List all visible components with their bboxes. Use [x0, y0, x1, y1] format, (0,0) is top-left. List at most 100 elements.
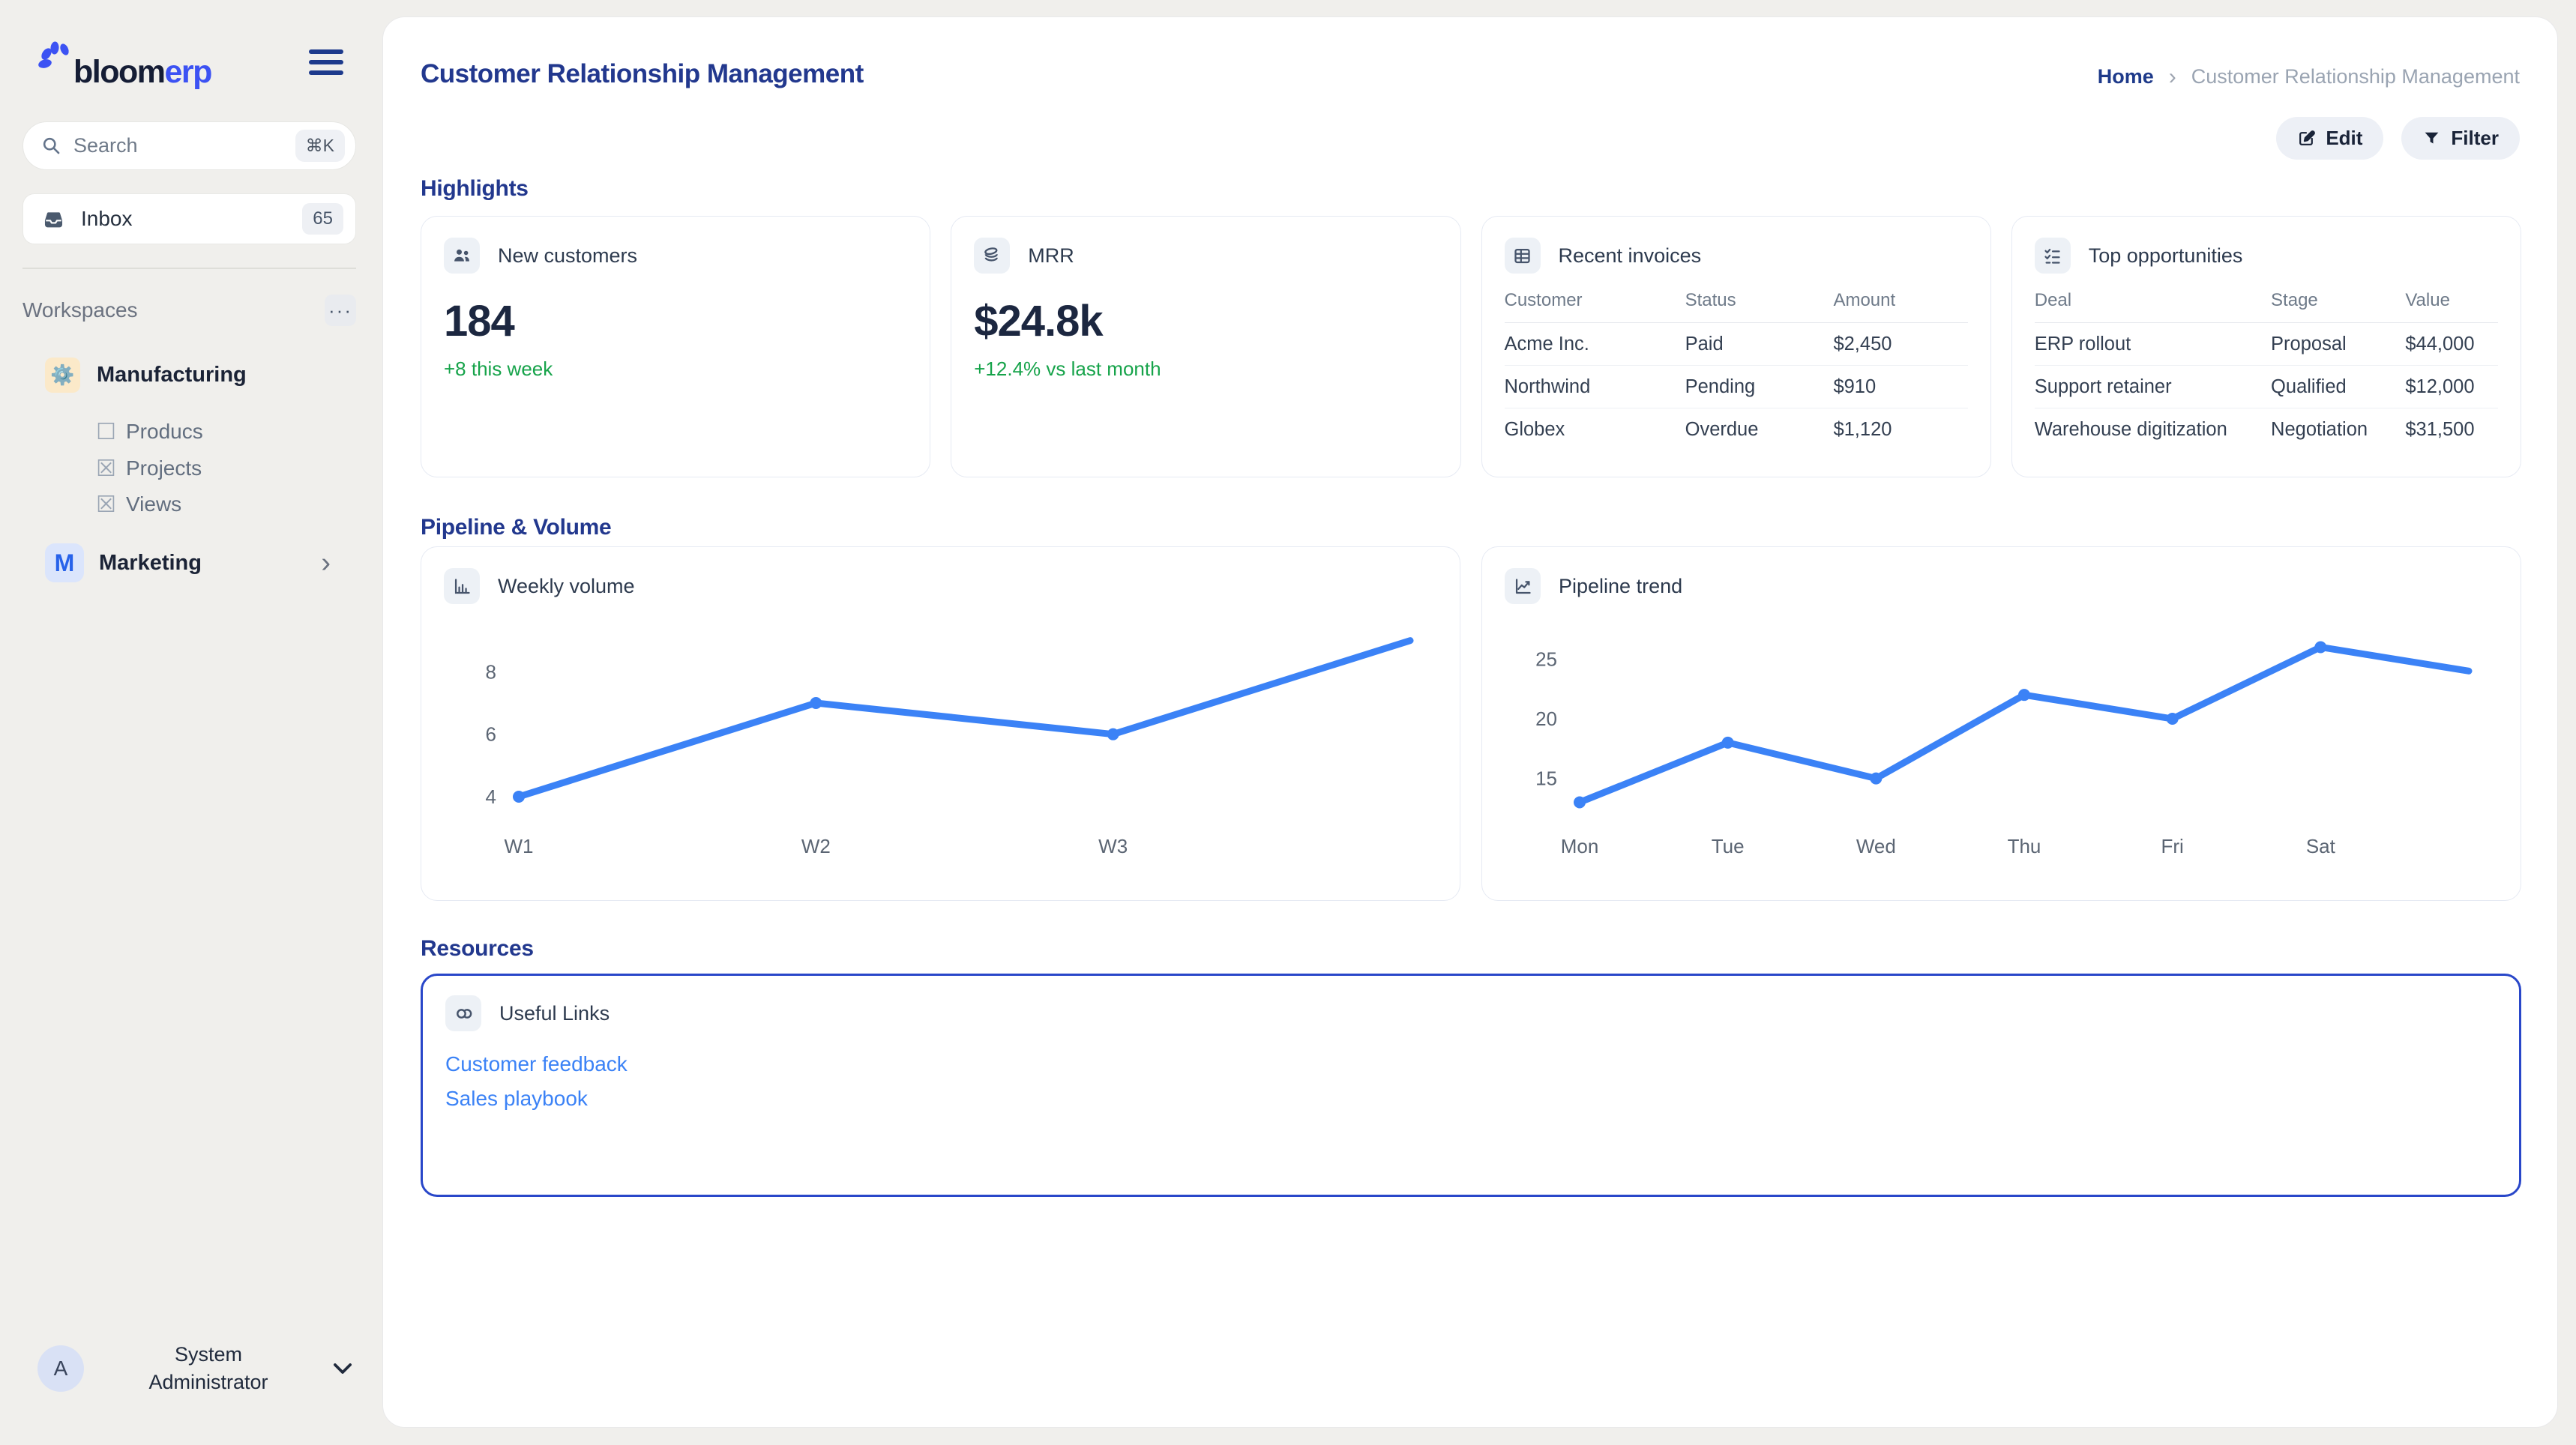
card-title: Weekly volume: [498, 575, 635, 598]
col-header: Deal: [2035, 290, 2271, 311]
page-title: Customer Relationship Management: [421, 59, 864, 89]
svg-text:Tue: Tue: [1712, 835, 1745, 857]
highlights-row: New customers 184 +8 this week MRR: [421, 216, 2521, 477]
sidebar: bloomerp Search ⌘K Inbox 65: [0, 0, 382, 1445]
views-box-icon: ☒: [96, 492, 126, 518]
inbox-icon: [43, 208, 64, 230]
search-icon: [41, 136, 61, 156]
svg-text:6: 6: [486, 723, 496, 746]
weekly-volume-chart: 468W1W2W3: [444, 610, 1437, 871]
col-header: Value: [2405, 290, 2498, 311]
sidebar-item-manufacturing[interactable]: ⚙️ Manufacturing: [45, 355, 356, 394]
pipeline-trend-chart: 152025MonTueWedThuFriSat: [1505, 610, 2496, 871]
new-customers-value: 184: [444, 298, 907, 346]
checklist-icon: [2035, 238, 2071, 274]
breadcrumb-separator: ›: [2169, 66, 2176, 88]
projects-label: Projects: [126, 456, 202, 480]
search-placeholder: Search: [73, 134, 295, 157]
sidebar-item-views[interactable]: ☒ Views: [96, 486, 351, 522]
page-actions: Edit Filter: [2276, 117, 2520, 160]
svg-text:Fri: Fri: [2161, 835, 2184, 857]
sidebar-item-marketing[interactable]: M Marketing ›: [45, 543, 356, 583]
filter-funnel-icon: [2422, 129, 2441, 148]
card-title: Useful Links: [499, 1002, 610, 1025]
edit-button[interactable]: Edit: [2276, 117, 2383, 160]
views-label: Views: [126, 492, 181, 516]
filter-button[interactable]: Filter: [2401, 117, 2520, 160]
avatar: A: [37, 1345, 84, 1392]
link-icon: [445, 995, 481, 1031]
mrr-delta: +12.4% vs last month: [974, 358, 1437, 381]
pipeline-trend-card: Pipeline trend 152025MonTueWedThuFriSat: [1481, 546, 2521, 901]
card-title: MRR: [1028, 244, 1074, 268]
col-header: Amount: [1833, 290, 1967, 311]
main-content: Customer Relationship Management Home › …: [382, 16, 2558, 1428]
card-title: New customers: [498, 244, 637, 268]
sidebar-item-producs[interactable]: ☐ Producs: [96, 414, 351, 450]
mrr-value: $24.8k: [974, 298, 1437, 346]
top-opportunities-card: Top opportunities Deal Stage Value ERP r…: [2011, 216, 2521, 477]
breadcrumb-home-link[interactable]: Home: [2098, 65, 2154, 88]
card-title: Top opportunities: [2089, 244, 2243, 268]
col-header: Status: [1685, 290, 1834, 311]
invoices-table: Customer Status Amount Acme Inc. Paid $2…: [1505, 290, 1968, 451]
recent-invoices-card: Recent invoices Customer Status Amount A…: [1481, 216, 1991, 477]
svg-text:Sat: Sat: [2306, 835, 2336, 857]
people-icon: [444, 238, 480, 274]
workspaces-menu-button[interactable]: ···: [325, 295, 356, 326]
user-name: System Administrator: [122, 1341, 295, 1396]
svg-text:W2: W2: [801, 835, 831, 857]
logo-wordmark: bloomerp: [73, 56, 211, 88]
logo-petals-icon: [37, 39, 72, 69]
user-menu[interactable]: A System Administrator: [37, 1342, 352, 1396]
filter-button-label: Filter: [2451, 127, 2499, 150]
sidebar-item-projects[interactable]: ☒ Projects: [96, 450, 351, 486]
table-row: Globex Overdue $1,120: [1505, 408, 1968, 451]
table-row: ERP rollout Proposal $44,000: [2035, 323, 2498, 366]
breadcrumb-current: Customer Relationship Management: [2191, 65, 2520, 88]
mrr-card: MRR $24.8k +12.4% vs last month: [951, 216, 1460, 477]
svg-text:15: 15: [1535, 767, 1557, 790]
table-row: Support retainer Qualified $12,000: [2035, 366, 2498, 408]
breadcrumb: Home › Customer Relationship Management: [2098, 65, 2520, 88]
manufacturing-label: Manufacturing: [97, 363, 247, 387]
card-title: Pipeline trend: [1559, 575, 1682, 598]
projects-box-icon: ☒: [96, 456, 126, 482]
sidebar-item-inbox[interactable]: Inbox 65: [22, 193, 356, 244]
col-header: Customer: [1505, 290, 1685, 311]
charts-row: Weekly volume 468W1W2W3 Pipeline trend: [421, 546, 2521, 901]
section-pipeline-volume: Pipeline & Volume: [421, 515, 611, 540]
card-title: Recent invoices: [1559, 244, 1702, 268]
table-row: Acme Inc. Paid $2,450: [1505, 323, 1968, 366]
col-header: Stage: [2271, 290, 2405, 311]
svg-text:25: 25: [1535, 648, 1557, 670]
svg-text:Thu: Thu: [2008, 835, 2041, 857]
producs-label: Producs: [126, 420, 203, 444]
marketing-label: Marketing: [99, 551, 321, 576]
new-customers-card: New customers 184 +8 this week: [421, 216, 930, 477]
svg-text:4: 4: [486, 785, 496, 808]
app-root: bloomerp Search ⌘K Inbox 65: [0, 0, 2576, 1445]
edit-pencil-icon: [2297, 129, 2316, 148]
sidebar-divider: [22, 268, 356, 269]
search-shortcut-badge: ⌘K: [295, 130, 345, 162]
hamburger-menu-icon[interactable]: [309, 49, 343, 75]
link-sales-playbook[interactable]: Sales playbook: [445, 1087, 588, 1111]
chevron-down-icon: [333, 1363, 352, 1375]
workspaces-label: Workspaces: [22, 298, 325, 322]
svg-text:20: 20: [1535, 708, 1557, 730]
new-customers-delta: +8 this week: [444, 358, 907, 381]
search-input[interactable]: Search ⌘K: [22, 121, 356, 170]
weekly-volume-card: Weekly volume 468W1W2W3: [421, 546, 1460, 901]
svg-text:Wed: Wed: [1856, 835, 1896, 857]
inbox-label: Inbox: [81, 207, 302, 231]
coins-icon: [974, 238, 1010, 274]
table-row: Warehouse digitization Negotiation $31,5…: [2035, 408, 2498, 451]
svg-text:W1: W1: [505, 835, 534, 857]
producs-box-icon: ☐: [96, 419, 126, 445]
edit-button-label: Edit: [2326, 127, 2362, 150]
useful-links-card[interactable]: Useful Links Customer feedback Sales pla…: [421, 974, 2521, 1197]
manufacturing-gear-icon: ⚙️: [45, 358, 80, 393]
link-customer-feedback[interactable]: Customer feedback: [445, 1052, 628, 1076]
table-row: Northwind Pending $910: [1505, 366, 1968, 408]
